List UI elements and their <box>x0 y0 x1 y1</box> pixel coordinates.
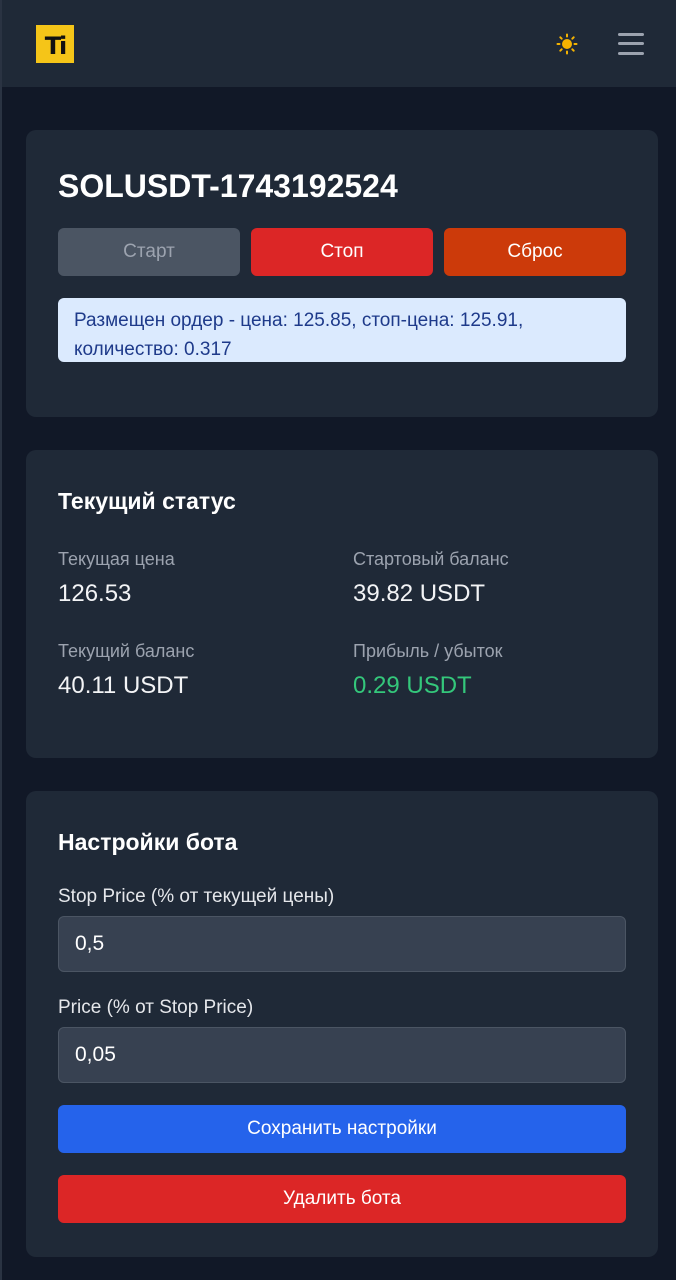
hamburger-menu-icon[interactable] <box>618 32 644 55</box>
settings-title: Настройки бота <box>58 829 238 855</box>
start-balance-value: 39.82 USDT <box>353 580 486 607</box>
bot-settings-card: Настройки бота Stop Price (% от текущей … <box>26 791 658 1257</box>
start-balance-label: Стартовый баланс <box>353 549 509 569</box>
start-balance-stat: Стартовый баланс 39.82 USDT <box>353 549 623 608</box>
current-price-stat: Текущая цена 126.53 <box>58 549 328 608</box>
current-price-value: 126.53 <box>58 580 132 607</box>
pnl-stat: Прибыль / убыток 0.29 USDT <box>353 641 623 700</box>
menu-bar <box>618 42 644 45</box>
bot-control-card: SOLUSDT-1743192524 Старт Стоп Сброс Разм… <box>26 130 658 417</box>
status-title: Текущий статус <box>58 488 236 514</box>
top-header: Ti <box>2 0 676 87</box>
bot-control-buttons: Старт Стоп Сброс <box>58 228 626 276</box>
current-balance-stat: Текущий баланс 40.11 USDT <box>58 641 328 700</box>
stop-price-label: Stop Price (% от текущей цены) <box>58 886 335 907</box>
current-price-label: Текущая цена <box>58 549 175 569</box>
delete-bot-button[interactable]: Удалить бота <box>58 1175 626 1223</box>
start-button[interactable]: Старт <box>58 228 240 276</box>
status-card: Текущий статус Текущая цена 126.53 Старт… <box>26 450 658 758</box>
order-info-message: Размещен ордер - цена: 125.85, стоп-цена… <box>58 298 626 362</box>
app-frame: Ti SOLUSDT-1743192524 Старт Стоп Сброс Р… <box>0 0 676 1280</box>
price-input[interactable] <box>58 1027 626 1083</box>
current-balance-value: 40.11 USDT <box>58 672 189 699</box>
header-actions <box>556 32 644 55</box>
menu-bar <box>618 32 644 36</box>
pnl-value: 0.29 USDT <box>353 672 472 699</box>
sun-icon[interactable] <box>556 33 578 55</box>
price-label: Price (% от Stop Price) <box>58 997 254 1018</box>
logo-text: Ti <box>44 31 68 60</box>
save-settings-button[interactable]: Сохранить настройки <box>58 1105 626 1153</box>
stop-price-input[interactable] <box>58 916 626 972</box>
menu-bar <box>618 51 644 55</box>
reset-button[interactable]: Сброс <box>444 228 626 276</box>
bot-name: SOLUSDT-1743192524 <box>58 168 398 204</box>
logo[interactable]: Ti <box>36 24 74 63</box>
stop-button[interactable]: Стоп <box>251 228 433 276</box>
pnl-label: Прибыль / убыток <box>353 641 503 661</box>
current-balance-label: Текущий баланс <box>58 641 195 661</box>
sun-icon-graphic <box>556 33 578 54</box>
